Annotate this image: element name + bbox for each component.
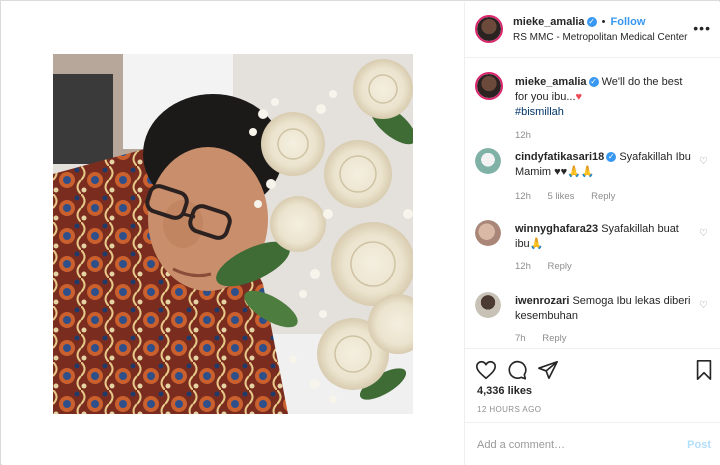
header-line: mieke_amalia ✓ • Follow [513, 16, 713, 28]
like-comment-icon[interactable]: ♡ [699, 228, 709, 239]
comment-meta: 7h Reply [515, 333, 581, 344]
verified-icon: ✓ [606, 152, 617, 163]
comment-text: iwenrozari Semoga Ibu lekas diberi kesem… [515, 294, 693, 324]
verified-icon: ✓ [588, 77, 599, 88]
comment-text: cindyfatikasari18 ✓ Syafakillah Ibu Mamim… [515, 150, 693, 180]
photo-illustration [53, 54, 413, 414]
like-comment-icon[interactable]: ♡ [699, 300, 709, 311]
caption-username[interactable]: mieke_amalia [515, 76, 587, 88]
comment-item: iwenrozari Semoga Ibu lekas diberi kesem… [475, 290, 715, 345]
post-window: mieke_amalia ✓ • Follow RS MMC - Metropol… [0, 0, 720, 465]
media-pane [2, 2, 464, 465]
more-icon[interactable]: ••• [693, 20, 711, 36]
like-comment-icon[interactable]: ♡ [699, 156, 709, 167]
commenter-avatar[interactable] [475, 292, 501, 318]
author-username[interactable]: mieke_amalia [513, 16, 585, 28]
comment-username[interactable]: winnyghafara23 [515, 223, 598, 235]
likes-count[interactable]: 4,336 likes [477, 385, 532, 397]
comment-item: winnyghafara23 Syafakillah buat ibu🙏 12h… [475, 218, 715, 273]
caption: mieke_amalia ✓ We'll do the best for you … [475, 72, 715, 142]
follow-button[interactable]: Follow [611, 16, 646, 28]
comment-likes[interactable]: 5 likes [548, 191, 575, 202]
commenter-avatar[interactable] [475, 148, 501, 174]
share-icon[interactable] [537, 359, 559, 381]
bookmark-icon[interactable] [693, 359, 715, 381]
comment-meta: 12h Reply [515, 261, 586, 272]
separator-dot: • [601, 16, 606, 28]
author-avatar[interactable] [475, 15, 503, 43]
comment-time[interactable]: 12h [515, 191, 531, 202]
add-comment-bar: Add a comment… Post [465, 422, 720, 465]
verified-icon: ✓ [586, 17, 597, 28]
reply-button[interactable]: Reply [542, 333, 566, 344]
hashtag-link[interactable]: #bismillah [515, 106, 564, 118]
caption-meta: 12h [515, 130, 545, 141]
post-sidebar: mieke_amalia ✓ • Follow RS MMC - Metropol… [464, 2, 720, 465]
caption-text: mieke_amalia ✓ We'll do the best for you … [515, 75, 693, 120]
post-button[interactable]: Post [687, 439, 711, 451]
comment-input[interactable]: Add a comment… [477, 439, 565, 451]
comment-icon[interactable] [506, 359, 528, 381]
comment-username[interactable]: iwenrozari [515, 295, 569, 307]
caption-time[interactable]: 12h [515, 130, 531, 141]
comment-meta: 12h 5 likes Reply [515, 191, 629, 202]
action-bar: 4,336 likes 12 HOURS AGO [465, 348, 720, 422]
comment-time[interactable]: 7h [515, 333, 526, 344]
reply-button[interactable]: Reply [591, 191, 615, 202]
comments-section: mieke_amalia ✓ We'll do the best for you … [465, 58, 720, 348]
reply-button[interactable]: Reply [548, 261, 572, 272]
commenter-avatar[interactable] [475, 220, 501, 246]
post-header: mieke_amalia ✓ • Follow RS MMC - Metropol… [465, 2, 720, 58]
comment-item: cindyfatikasari18 ✓ Syafakillah Ibu Mamim… [475, 148, 715, 208]
heart-icon[interactable] [475, 359, 497, 381]
location-link[interactable]: RS MMC - Metropolitan Medical Center [513, 32, 713, 43]
caption-avatar[interactable] [475, 72, 503, 100]
comment-text: winnyghafara23 Syafakillah buat ibu🙏 [515, 222, 693, 252]
comment-username[interactable]: cindyfatikasari18 [515, 151, 604, 163]
heart-emoji: ♥ [575, 91, 583, 103]
post-photo[interactable] [53, 54, 413, 414]
comment-time[interactable]: 12h [515, 261, 531, 272]
post-time[interactable]: 12 HOURS AGO [477, 405, 541, 414]
